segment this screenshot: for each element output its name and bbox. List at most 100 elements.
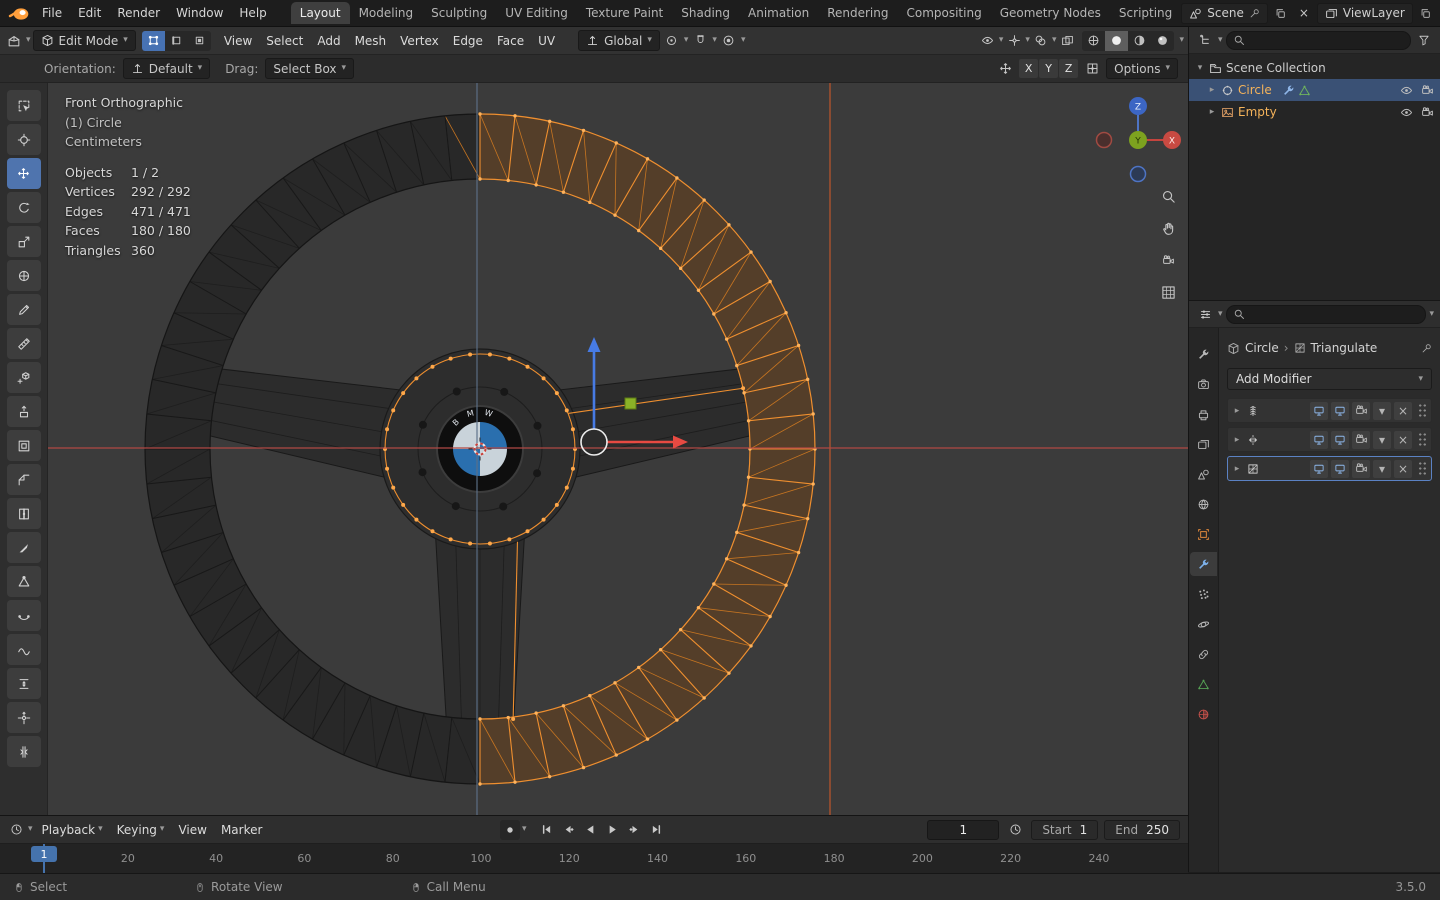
hide-render-toggle[interactable] (1421, 84, 1434, 97)
ortho-grid-button[interactable] (1157, 281, 1179, 303)
drag-dropdown[interactable]: Select Box ▾ (265, 58, 355, 79)
drag-handle[interactable] (1418, 461, 1427, 476)
modifier-row[interactable]: ▸ ▾ × (1227, 456, 1432, 481)
breadcrumb-modifier[interactable]: Triangulate (1311, 341, 1378, 355)
menu-item[interactable]: Vertex (393, 31, 446, 51)
drag-handle[interactable] (1418, 403, 1427, 418)
tool-button[interactable] (6, 430, 41, 461)
tool-button[interactable] (6, 362, 41, 393)
overlays-caret[interactable]: ▾ (1052, 36, 1057, 45)
workspace-tab[interactable]: Modeling (350, 2, 423, 24)
scene-selector[interactable]: Scene (1181, 2, 1268, 24)
tool-button[interactable] (6, 736, 41, 767)
properties-tab[interactable] (1190, 612, 1217, 636)
menu-item[interactable]: View (217, 31, 259, 51)
expand-icon[interactable]: ▸ (1232, 435, 1242, 445)
new-scene-button[interactable] (1271, 3, 1291, 23)
navigation-gizmo[interactable]: Z X Y (1094, 92, 1182, 184)
workspace-tab[interactable]: Layout (290, 2, 350, 24)
mode-selector[interactable]: Edit Mode ▾ (32, 30, 136, 51)
snap-caret[interactable]: ▾ (712, 36, 717, 45)
menu-item[interactable]: UV (531, 31, 562, 51)
display-editmode-toggle[interactable] (1310, 430, 1328, 449)
edge-select-button[interactable] (165, 31, 188, 51)
tool-button[interactable] (6, 600, 41, 631)
expand-icon[interactable]: ▸ (1207, 107, 1217, 117)
display-render-toggle[interactable] (1352, 430, 1370, 449)
drag-handle[interactable] (1418, 432, 1427, 447)
viewport-3d[interactable]: B M W Front Orthographic (1) Circle Cent… (48, 83, 1188, 815)
properties-tab[interactable] (1190, 462, 1217, 486)
workspace-tab[interactable]: Compositing (897, 2, 990, 24)
orientation-selector[interactable]: Global ▾ (578, 30, 660, 51)
menu-item[interactable]: Edit (70, 3, 109, 23)
workspace-tab[interactable]: Geometry Nodes (991, 2, 1110, 24)
properties-tab[interactable] (1190, 492, 1217, 516)
properties-tab[interactable] (1190, 672, 1217, 696)
axis-negative-x-ball[interactable] (1095, 131, 1113, 149)
tool-button[interactable] (6, 226, 41, 257)
tool-button[interactable] (6, 702, 41, 733)
menu-item[interactable]: Window (168, 3, 231, 23)
properties-tab[interactable] (1190, 702, 1217, 726)
proportional-caret[interactable]: ▾ (741, 36, 746, 45)
tool-button[interactable] (6, 124, 41, 155)
timeline-editor-button[interactable] (6, 820, 26, 840)
properties-tab[interactable] (1190, 642, 1217, 666)
frame-end-field[interactable]: End 250 (1104, 819, 1180, 840)
shading-solid-button[interactable] (1105, 30, 1129, 51)
properties-editor-caret[interactable]: ▾ (1218, 309, 1223, 319)
tool-button[interactable] (6, 294, 41, 325)
mirror-axis-button[interactable]: X (1019, 59, 1039, 78)
auto-keyframe-caret[interactable]: ▾ (522, 825, 527, 834)
shading-material-button[interactable] (1128, 31, 1151, 51)
pivot-caret[interactable]: ▾ (684, 36, 689, 45)
menu-item[interactable]: Render (109, 3, 168, 23)
auto-keyframe-button[interactable] (500, 819, 520, 840)
snap-magnet-button[interactable] (690, 31, 710, 51)
workspace-tab[interactable]: Rendering (818, 2, 897, 24)
tool-button[interactable] (6, 396, 41, 427)
proportional-edit-button[interactable] (719, 31, 739, 51)
tool-button[interactable] (6, 532, 41, 563)
menu-item[interactable]: Marker (214, 820, 269, 840)
timeline-ruler[interactable]: 1 20 40 60 80 100 120 140 160 180 200 220 240 (0, 844, 1188, 873)
options-dropdown[interactable]: Options ▾ (1106, 58, 1178, 79)
menu-item[interactable]: Keying ▾ (110, 820, 172, 840)
axis-negative-z-ball[interactable] (1129, 165, 1147, 183)
shading-wireframe-button[interactable] (1082, 31, 1105, 51)
tool-button[interactable] (6, 90, 41, 121)
modifier-extras-button[interactable]: ▾ (1373, 459, 1391, 478)
jump-to-end-button[interactable] (647, 820, 667, 840)
outliner-item-empty[interactable]: ▸ Empty (1189, 101, 1440, 123)
tool-button[interactable] (6, 498, 41, 529)
shading-rendered-button[interactable] (1151, 31, 1174, 51)
vertex-select-button[interactable] (141, 30, 165, 51)
jump-to-start-button[interactable] (537, 820, 557, 840)
mirror-axis-button[interactable]: Y (1039, 59, 1059, 78)
properties-search-input[interactable] (1225, 304, 1427, 324)
add-modifier-button[interactable]: Add Modifier ▾ (1227, 368, 1432, 390)
current-frame-indicator[interactable]: 1 (31, 846, 57, 862)
outliner-item-circle[interactable]: ▸ Circle (1189, 79, 1440, 101)
modifier-row[interactable]: ▸ ▾ × (1227, 398, 1432, 423)
pin-icon[interactable] (1249, 8, 1260, 19)
properties-options-caret[interactable]: ▾ (1429, 309, 1434, 319)
menu-item[interactable]: Mesh (348, 31, 394, 51)
play-button[interactable] (603, 820, 623, 840)
timeline-editor-caret[interactable]: ▾ (28, 825, 33, 834)
preview-range-button[interactable] (1005, 820, 1025, 840)
modifier-extras-button[interactable]: ▾ (1373, 430, 1391, 449)
tool-button[interactable] (6, 464, 41, 495)
close-scene-button[interactable]: × (1294, 3, 1314, 23)
xray-button[interactable] (1057, 31, 1077, 51)
properties-editor-button[interactable] (1195, 304, 1215, 324)
display-render-toggle[interactable] (1352, 459, 1370, 478)
scene-collection-row[interactable]: ▾ Scene Collection (1189, 57, 1440, 79)
blender-logo-icon[interactable] (8, 6, 30, 21)
outliner-editor-button[interactable] (1195, 30, 1215, 50)
tool-button[interactable] (6, 634, 41, 665)
display-realtime-toggle[interactable] (1331, 401, 1349, 420)
previous-keyframe-button[interactable] (559, 820, 579, 840)
outliner-filter-button[interactable] (1414, 30, 1434, 50)
